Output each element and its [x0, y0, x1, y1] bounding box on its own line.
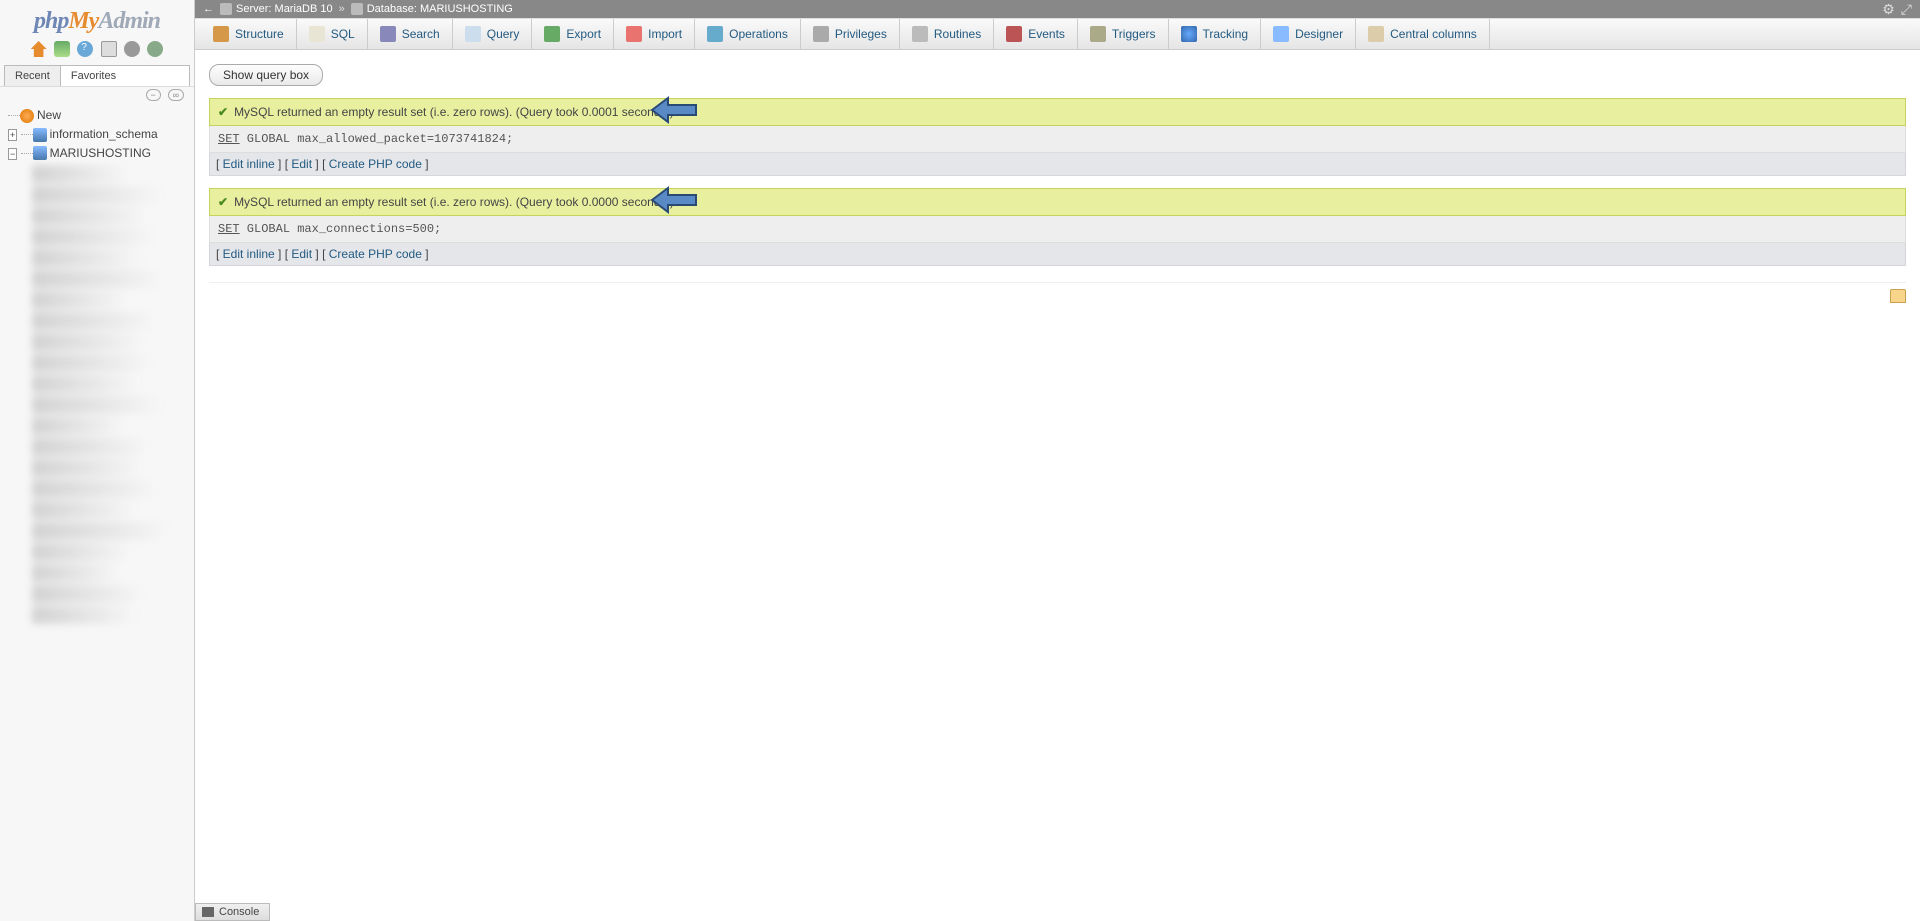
database-icon: [33, 128, 47, 142]
logo[interactable]: phpMyAdmin: [0, 0, 194, 37]
tracking-icon: [1181, 26, 1197, 42]
tab-designer[interactable]: Designer: [1261, 19, 1356, 49]
query-action-links: [ Edit inline ] [ Edit ] [ Create PHP co…: [209, 153, 1906, 176]
main-tabs: Structure SQL Search Query Export Import…: [195, 18, 1920, 50]
bookmark-bar: [209, 282, 1906, 306]
designer-icon: [1273, 26, 1289, 42]
nav-tab-recent[interactable]: Recent: [5, 66, 61, 86]
server-icon: [220, 3, 232, 15]
tree-db-item[interactable]: + information_schema: [4, 125, 194, 144]
tab-export[interactable]: Export: [532, 19, 614, 49]
help-icon[interactable]: [77, 41, 93, 57]
fullscreen-icon[interactable]: ⤢: [1901, 1, 1912, 18]
tab-sql[interactable]: SQL: [297, 19, 368, 49]
tab-events[interactable]: Events: [994, 19, 1078, 49]
database-icon: [351, 3, 363, 15]
docs-icon[interactable]: [101, 41, 117, 57]
tab-privileges[interactable]: Privileges: [801, 19, 900, 49]
edit-inline-link[interactable]: Edit inline: [223, 157, 275, 171]
search-icon: [380, 26, 396, 42]
tab-structure[interactable]: Structure: [201, 19, 297, 49]
edit-link[interactable]: Edit: [291, 247, 312, 261]
server-label: Server:: [236, 3, 271, 15]
new-db-icon: [20, 109, 34, 123]
edit-inline-link[interactable]: Edit inline: [223, 247, 275, 261]
console-toggle[interactable]: Console: [195, 903, 270, 921]
check-icon: ✔: [218, 195, 228, 209]
back-icon[interactable]: ←: [203, 3, 214, 15]
console-icon: [202, 907, 214, 917]
tree-db-item[interactable]: − MARIUSHOSTING: [4, 144, 194, 163]
events-icon: [1006, 26, 1022, 42]
database-name[interactable]: MARIUSHOSTING: [420, 3, 513, 15]
query-action-links: [ Edit inline ] [ Edit ] [ Create PHP co…: [209, 243, 1906, 266]
import-icon: [626, 26, 642, 42]
tab-central[interactable]: Central columns: [1356, 19, 1490, 49]
tree-tables-blurred: [4, 165, 194, 624]
operations-icon: [707, 26, 723, 42]
tab-import[interactable]: Import: [614, 19, 695, 49]
gear-icon[interactable]: ⚙: [1882, 1, 1895, 18]
logout-icon[interactable]: [54, 41, 70, 57]
tree-new[interactable]: New: [4, 106, 194, 125]
query-success-message: ✔ MySQL returned an empty result set (i.…: [209, 188, 1906, 216]
collapse-icon[interactable]: −: [146, 89, 161, 101]
nav-tab-favorites[interactable]: Favorites: [61, 66, 126, 86]
sql-query-display: SET GLOBAL max_allowed_packet=1073741824…: [209, 126, 1906, 153]
tab-routines[interactable]: Routines: [900, 19, 994, 49]
breadcrumb-separator: »: [339, 3, 345, 15]
edit-link[interactable]: Edit: [291, 157, 312, 171]
privileges-icon: [813, 26, 829, 42]
query-success-message: ✔ MySQL returned an empty result set (i.…: [209, 98, 1906, 126]
nav-tabs: Recent Favorites: [4, 65, 190, 86]
nav-collapse-bar: − ∞: [0, 86, 194, 104]
database-label: Database:: [367, 3, 417, 15]
tab-operations[interactable]: Operations: [695, 19, 801, 49]
main-panel: ← Server: MariaDB 10 » Database: MARIUSH…: [195, 0, 1920, 921]
reload-icon[interactable]: [147, 41, 163, 57]
tab-query[interactable]: Query: [453, 19, 533, 49]
export-icon: [544, 26, 560, 42]
sql-query-display: SET GLOBAL max_connections=500;: [209, 216, 1906, 243]
show-query-box-button[interactable]: Show query box: [209, 64, 323, 86]
check-icon: ✔: [218, 105, 228, 119]
tab-triggers[interactable]: Triggers: [1078, 19, 1169, 49]
structure-icon: [213, 26, 229, 42]
create-php-link[interactable]: Create PHP code: [329, 157, 422, 171]
link-icon[interactable]: ∞: [168, 89, 184, 101]
breadcrumb: ← Server: MariaDB 10 » Database: MARIUSH…: [195, 0, 1920, 18]
db-tree: New + information_schema − MARIUSHOSTING: [0, 104, 194, 921]
query-icon: [465, 26, 481, 42]
tab-tracking[interactable]: Tracking: [1169, 19, 1262, 49]
tab-search[interactable]: Search: [368, 19, 453, 49]
triggers-icon: [1090, 26, 1106, 42]
expand-icon[interactable]: +: [8, 129, 17, 141]
content-area: Show query box ✔ MySQL returned an empty…: [195, 50, 1920, 921]
sidebar: phpMyAdmin Recent Favorites − ∞ New + in…: [0, 0, 195, 921]
central-icon: [1368, 26, 1384, 42]
routines-icon: [912, 26, 928, 42]
create-php-link[interactable]: Create PHP code: [329, 247, 422, 261]
home-icon[interactable]: [31, 41, 47, 57]
database-icon: [33, 146, 47, 160]
nav-icon-bar: [0, 37, 194, 61]
bookmark-icon[interactable]: [1890, 289, 1906, 303]
settings-icon[interactable]: [124, 41, 140, 57]
collapse-icon[interactable]: −: [8, 148, 17, 160]
server-name[interactable]: MariaDB 10: [275, 3, 333, 15]
sql-icon: [309, 26, 325, 42]
